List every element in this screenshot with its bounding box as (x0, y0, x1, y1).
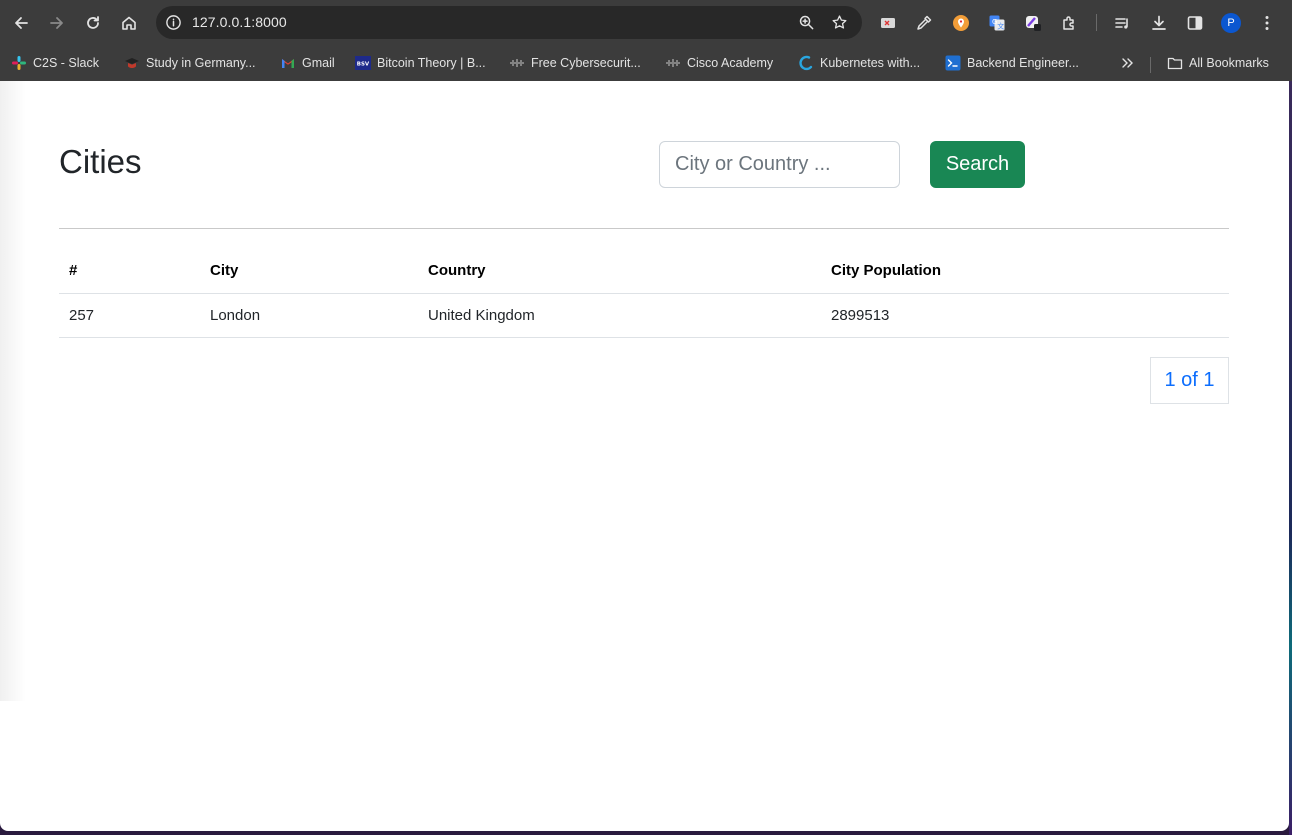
bookmark-item[interactable]: Kubernetes with... (798, 52, 920, 74)
extensions-puzzle-icon[interactable] (1058, 12, 1080, 34)
zoom-icon[interactable] (796, 12, 817, 33)
bookmark-label: Kubernetes with... (820, 56, 921, 70)
bookmark-item[interactable]: Cisco Academy (665, 52, 773, 74)
back-button[interactable] (8, 10, 34, 36)
bookmark-label: Gmail (302, 56, 335, 70)
column-header-city: City (200, 249, 418, 294)
location-pin-extension-icon[interactable] (950, 12, 972, 34)
bookmark-label: Study in Germany... (146, 56, 256, 70)
bookmark-label: Cisco Academy (687, 56, 774, 70)
folder-icon (1167, 55, 1183, 71)
arrow-right-icon (50, 17, 63, 29)
more-bookmarks-button[interactable] (1119, 52, 1135, 74)
toolbar-separator (1096, 14, 1097, 31)
bookmark-label: Backend Engineer... (967, 56, 1079, 70)
bookmarks-separator (1150, 57, 1151, 73)
cell-country: United Kingdom (418, 293, 821, 338)
cell-population: 2899513 (821, 293, 1229, 338)
svg-text:BSV: BSV (357, 62, 370, 68)
extension-card-icon[interactable] (877, 12, 899, 34)
divider (59, 228, 1229, 229)
cities-table: # City Country City Population 257 Londo… (59, 249, 1229, 338)
all-bookmarks-label: All Bookmarks (1189, 56, 1269, 70)
bookmark-label: Bitcoin Theory | B... (377, 56, 486, 70)
bookmark-item[interactable]: C2S - Slack (11, 52, 99, 74)
cisco-icon (665, 55, 681, 71)
column-header-id: # (59, 249, 200, 294)
table-row: 257 London United Kingdom 2899513 (59, 293, 1229, 338)
kubernetes-icon (798, 55, 814, 71)
column-header-population: City Population (821, 249, 1229, 294)
profile-avatar[interactable]: P (1221, 13, 1241, 33)
bookmark-item[interactable]: Gmail (280, 52, 335, 74)
side-shadow (0, 81, 26, 701)
home-icon (122, 16, 136, 30)
bookmark-item[interactable]: BSV Bitcoin Theory | B... (355, 52, 486, 74)
download-icon[interactable] (1148, 12, 1170, 34)
search-button[interactable]: Search (930, 141, 1025, 188)
site-info-icon[interactable] (164, 13, 183, 32)
svg-text:文: 文 (997, 22, 1004, 31)
cell-city: London (200, 293, 418, 338)
reading-list-icon[interactable] (1111, 12, 1133, 34)
google-translate-icon[interactable]: G文 (986, 12, 1008, 34)
bookmark-label: C2S - Slack (33, 56, 99, 70)
bookmark-item[interactable]: Study in Germany... (124, 52, 256, 74)
bookmark-star-icon[interactable] (829, 12, 850, 33)
page-title: Cities (59, 143, 142, 180)
browser-toolbar: 127.0.0.1:8000 G文 P (0, 0, 1292, 45)
color-extension-icon[interactable] (1022, 12, 1044, 34)
graduation-cap-icon (124, 55, 140, 71)
chevron-double-right-icon (1119, 55, 1135, 71)
reload-button[interactable] (80, 10, 106, 36)
search-input[interactable] (659, 141, 900, 188)
home-button[interactable] (116, 10, 142, 36)
cell-id: 257 (59, 293, 200, 338)
cisco-icon (509, 55, 525, 71)
side-panel-icon[interactable] (1184, 12, 1206, 34)
url-text[interactable]: 127.0.0.1:8000 (192, 14, 287, 30)
pagination-indicator[interactable]: 1 of 1 (1150, 357, 1229, 404)
column-header-country: Country (418, 249, 821, 294)
address-bar[interactable]: 127.0.0.1:8000 (156, 6, 862, 39)
all-bookmarks-button[interactable]: All Bookmarks (1167, 52, 1269, 74)
table-header-row: # City Country City Population (59, 249, 1229, 294)
bookmark-item[interactable]: Free Cybersecurit... (509, 52, 641, 74)
bookmarks-bar: C2S - Slack Study in Germany... Gmail BS… (0, 45, 1292, 81)
terminal-icon (945, 55, 961, 71)
slack-icon (11, 55, 27, 71)
reload-icon (87, 16, 99, 29)
bookmark-item[interactable]: Backend Engineer... (945, 52, 1079, 74)
gmail-icon (280, 55, 296, 71)
bookmark-label: Free Cybersecurit... (531, 56, 641, 70)
menu-kebab-icon[interactable] (1256, 12, 1278, 34)
arrow-left-icon (15, 17, 28, 29)
bsv-icon: BSV (355, 55, 371, 71)
forward-button[interactable] (44, 10, 70, 36)
page-viewport: Cities Search # City Country City Popula… (0, 81, 1289, 831)
eyedropper-icon[interactable] (913, 12, 935, 34)
